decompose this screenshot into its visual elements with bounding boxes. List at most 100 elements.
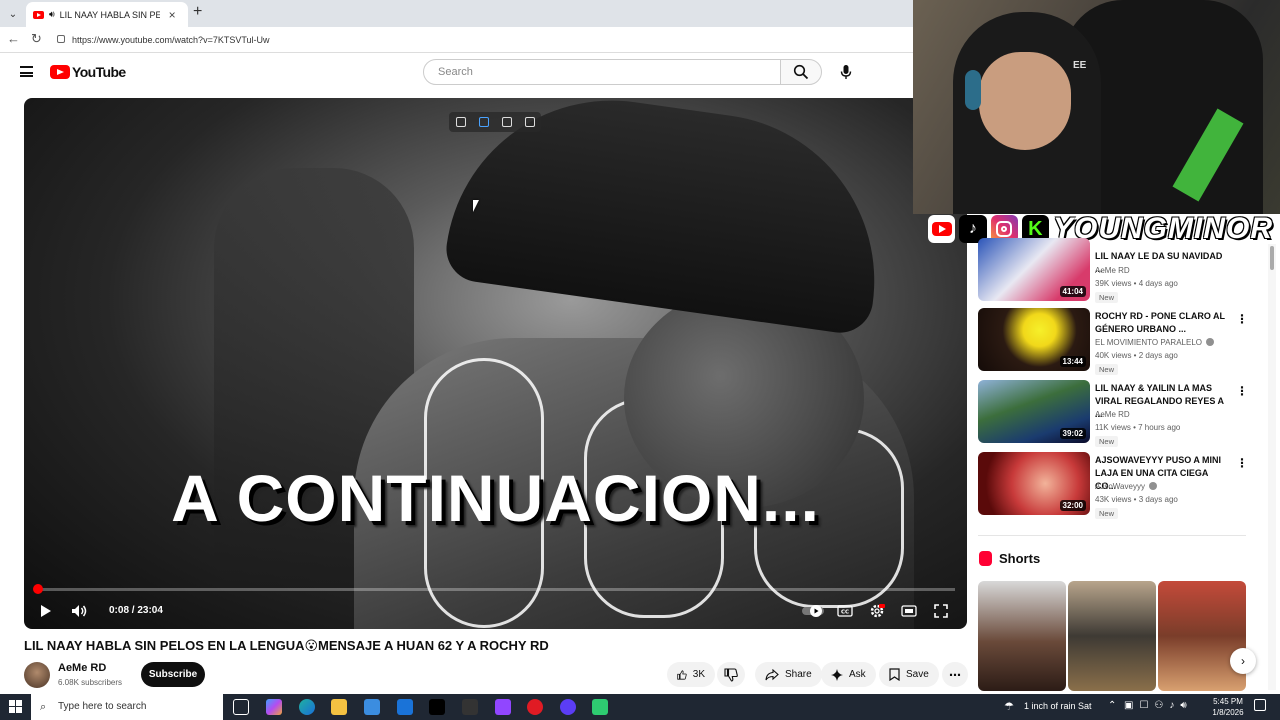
tiktok-app-icon[interactable] [429,699,445,715]
channel-name[interactable]: AeMe RD [58,662,106,674]
subscribe-button[interactable]: Subscribe [141,662,205,687]
recommendation-channel[interactable]: EL MOVIMIENTO PARALELO [1095,338,1215,347]
capcut-icon[interactable] [462,699,478,715]
edge-browser-icon[interactable] [299,699,315,715]
more-options-icon[interactable]: ⋮ [1236,456,1248,470]
video-duration: 39:02 [1059,428,1086,439]
shorts-section-title: Shorts [999,551,1041,566]
visual-search-icon[interactable] [478,117,489,127]
video-player[interactable]: A CONTINUACION... 0:08 / 23:04 CC [24,98,967,629]
copy-text-icon[interactable] [501,117,512,127]
fullscreen-button[interactable] [930,599,952,623]
recommendation-item[interactable]: 32:00 AJSOWAVEYYY PUSO A MINI LAJA EN UN… [978,452,1268,519]
scrubber-handle[interactable] [33,584,43,594]
audio-speaker-icon[interactable]: 🔊︎ [49,9,55,20]
new-tab-button[interactable]: + [193,3,202,21]
subtitles-button[interactable]: CC [834,599,856,623]
youtube-favicon-icon [33,10,44,19]
app-icon[interactable] [592,699,608,715]
site-info-icon[interactable] [57,35,65,43]
tab-title: LIL NAAY HABLA SIN PELOS E [59,9,160,20]
dislike-button[interactable] [717,662,745,687]
settings-button[interactable] [866,599,888,623]
recommendation-item[interactable]: 39:02 LIL NAAY & YAILIN LA MAS VIRAL REG… [978,380,1268,447]
file-explorer-icon[interactable] [331,699,347,715]
task-view-icon[interactable] [233,699,249,715]
recommendation-channel[interactable]: AJsoWaveyyy [1095,482,1158,491]
video-thumbnail[interactable]: 32:00 [978,452,1090,515]
recommendation-channel[interactable]: AeMe RD [1095,410,1130,419]
obs-icon[interactable] [560,699,576,715]
short-thumbnail[interactable] [1068,581,1156,691]
svg-text:CC: CC [841,610,849,616]
windows-start-icon[interactable] [9,700,22,713]
taskbar-clock[interactable]: 5:45 PM 1/8/2026 [1205,696,1251,718]
video-thumbnail[interactable]: 39:02 [978,380,1090,443]
browser-tab[interactable]: 🔊︎ LIL NAAY HABLA SIN PELOS E × [26,2,188,27]
mute-button[interactable] [68,599,92,623]
shorts-next-button[interactable]: › [1230,648,1256,674]
recommendation-meta: 43K views • 3 days ago [1095,495,1178,504]
reload-icon[interactable]: ↻ [31,31,42,47]
like-count: 3K [692,669,705,680]
recommendation-meta: 40K views • 2 days ago [1095,351,1178,360]
verified-badge-icon [1206,338,1215,346]
mail-icon[interactable] [397,699,413,715]
menu-hamburger-icon[interactable] [20,66,33,77]
taskbar-search-input[interactable]: ⌕ Type here to search [31,694,223,720]
microsoft-store-icon[interactable] [364,699,380,715]
taskbar-search-icon: ⌕ [40,701,47,713]
theater-mode-icon [901,605,917,617]
like-button[interactable]: 3K [667,662,715,687]
more-actions-icon[interactable]: ⋯ [942,662,968,687]
save-button[interactable]: Save [879,662,939,687]
video-frame-cap [442,98,896,337]
back-arrow-icon[interactable]: ← [7,31,20,46]
recommendation-item[interactable]: 41:04 LIL NAAY LE DA SU NAVIDAD ... AeMe… [978,238,1268,303]
channel-avatar[interactable] [24,662,50,688]
theater-mode-button[interactable] [898,599,920,623]
recommendation-item[interactable]: 13:44 ROCHY RD - PONE CLARO AL GÉNERO UR… [978,308,1268,375]
sidebar-scrollbar[interactable] [1268,244,1276,690]
new-badge: New [1095,292,1119,303]
picture-in-picture-icon[interactable] [455,117,466,127]
voice-search-button[interactable] [831,57,861,87]
recommendation-channel[interactable]: AeMe RD [1095,266,1130,275]
progress-bar[interactable] [36,588,955,591]
translate-icon[interactable] [524,117,535,127]
tab-close-icon[interactable]: × [169,8,176,22]
search-input[interactable]: Search [423,59,781,85]
play-button[interactable] [36,599,56,623]
player-controls: 0:08 / 23:04 CC [24,596,967,626]
opera-icon[interactable] [527,699,543,715]
video-thumbnail[interactable]: 13:44 [978,308,1090,371]
video-duration: 41:04 [1059,286,1086,297]
verified-badge-icon [1149,482,1158,490]
browser-tab-bar: ⌄ 🔊︎ LIL NAAY HABLA SIN PELOS E × + [0,0,913,27]
copilot-icon[interactable] [266,699,282,715]
url-field[interactable]: https://www.youtube.com/watch?v=7KTSVTul… [52,30,910,50]
more-options-icon[interactable]: ⋮ [1236,384,1248,398]
time-display: 0:08 / 23:04 [109,605,163,616]
search-button[interactable] [780,59,822,85]
sparkle-icon [831,668,843,681]
notifications-icon[interactable] [1254,699,1266,711]
url-text: https://www.youtube.com/watch?v=7KTSVTul… [72,35,270,45]
youtube-logo[interactable]: YouTube [50,64,126,80]
video-thumbnail[interactable]: 41:04 [978,238,1090,301]
recommendation-title[interactable]: ROCHY RD - PONE CLARO AL GÉNERO URBANO .… [1095,310,1230,336]
short-thumbnail[interactable] [978,581,1066,691]
fullscreen-icon [934,604,948,618]
share-button[interactable]: Share [755,662,822,687]
short-thumbnail[interactable] [1158,581,1246,691]
more-options-icon[interactable]: ⋮ [1236,312,1248,326]
weather-icon[interactable]: ☂ [1004,700,1014,713]
ask-button[interactable]: Ask [821,662,876,687]
tab-list-chevron-icon[interactable]: ⌄ [4,5,22,23]
tray-icons[interactable]: ▣☐⚇♪🔊︎ [1124,700,1193,711]
tray-overflow-icon[interactable]: ⌃ [1108,700,1116,711]
scrollbar-thumb[interactable] [1270,246,1274,270]
weather-text[interactable]: 1 inch of rain Sat [1024,701,1092,711]
twitch-icon[interactable] [495,699,511,715]
autoplay-toggle[interactable] [800,599,826,623]
